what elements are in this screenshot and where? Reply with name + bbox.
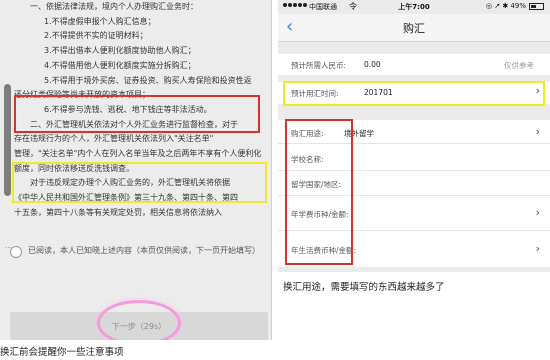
scrollbar-thumb[interactable] bbox=[4, 84, 11, 196]
highlight-box-red bbox=[285, 119, 353, 265]
battery-icon bbox=[529, 2, 544, 10]
chevron-right-icon: › bbox=[535, 206, 540, 219]
read-confirm-checkbox[interactable] bbox=[10, 246, 22, 258]
highlight-box-red bbox=[14, 95, 260, 133]
notice-line: 1.不得虚假申报个人购汇信息； bbox=[44, 16, 156, 26]
notice-line: 2.不得提供不实的证明材料； bbox=[44, 31, 148, 41]
read-confirm-row[interactable]: 已阅读，本人已知晓上述内容（本页仅供阅读，下一页开始填写） bbox=[10, 244, 268, 258]
page-title: 购汇 bbox=[403, 22, 425, 35]
notice-line: 一、依据法律法规，境内个人办理购汇业务时： bbox=[30, 2, 198, 11]
chevron-right-icon: › bbox=[535, 242, 540, 255]
caption-right: 换汇用途，需要填写的东西越来越多了 bbox=[283, 282, 445, 293]
rmb-amount-row: 预计所需人民币: 0.00 仅供参考 bbox=[278, 54, 550, 75]
notice-line: 存在违规行为的个人，外汇管理机关依法列入"关注名单" bbox=[14, 134, 214, 144]
status-bar: 中国联通 令 上午7:00 ◎ ↗ ✱ 49% bbox=[278, 0, 550, 14]
notice-line: 4.不得借用他人便利化额度实施分拆购汇； bbox=[44, 60, 196, 70]
notice-line: 3.不得出借本人便利化额度协助他人购汇； bbox=[44, 46, 196, 56]
notice-line: 十五条，第四十八条等有关规定处罚，相关信息将依法纳入 bbox=[14, 207, 222, 217]
reference-hint: 仅供参考 bbox=[504, 61, 534, 70]
notice-screen: 一、依据法律法规，境内个人办理购汇业务时： 1.不得虚假申报个人购汇信息； 2.… bbox=[0, 0, 272, 340]
status-indicators: ◎ ↗ ✱ 49% bbox=[486, 2, 544, 10]
caption-left: 换汇前会提醒你一些注意事项 bbox=[0, 347, 124, 358]
highlight-box-yellow bbox=[283, 81, 545, 106]
notice-line: 5.不得用于境外买房、证券投资、购买人寿保险和投资性返 bbox=[44, 75, 252, 85]
rmb-amount-value: 0.00 bbox=[364, 60, 381, 69]
chevron-right-icon: › bbox=[535, 125, 540, 138]
status-icons: ◎ ↗ ✱ 49% bbox=[485, 2, 526, 10]
nav-bar: ‹ 购汇 bbox=[278, 14, 550, 42]
rmb-amount-label: 预计所需人民币: bbox=[291, 61, 347, 70]
highlight-circle-pink bbox=[97, 300, 181, 340]
read-confirm-label: 已阅读，本人已知晓上述内容（本页仅供阅读，下一页开始填写） bbox=[28, 246, 260, 255]
highlight-box-yellow bbox=[12, 162, 267, 203]
notice-line: 管理，"关注名单"内个人在列入名单当年及之后两年不享有个人便利化 bbox=[14, 149, 262, 159]
